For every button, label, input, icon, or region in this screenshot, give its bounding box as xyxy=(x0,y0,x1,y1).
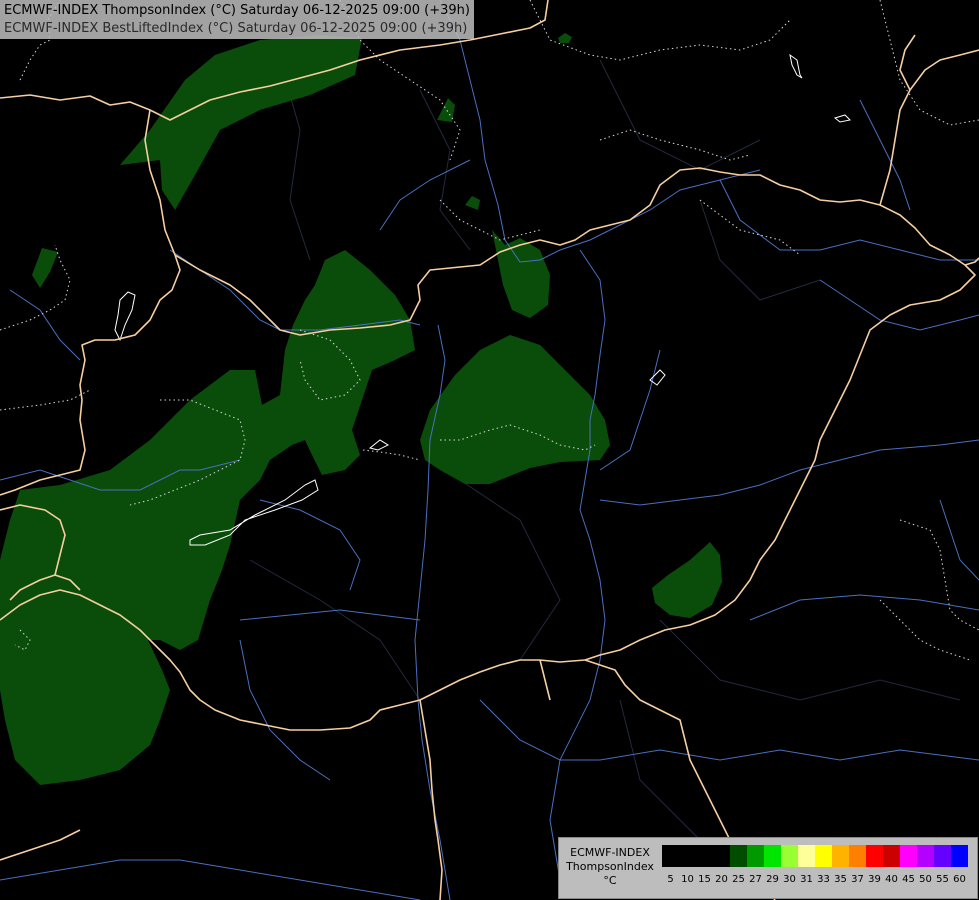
legend-tick-label: 37 xyxy=(851,874,864,885)
legend-tick-label: 60 xyxy=(953,874,966,885)
legend-tick-label: 29 xyxy=(766,874,779,885)
legend-unit: °C xyxy=(603,874,617,887)
legend-tick-label: 55 xyxy=(936,874,949,885)
legend-tick-label: 31 xyxy=(800,874,813,885)
legend-tick-label: 27 xyxy=(749,874,762,885)
legend-ticks: 5 10 15 20 25 27 29 30 31 33 35 37 39 40 45 50 55 60 xyxy=(662,874,968,885)
legend-swatch xyxy=(917,845,934,867)
legend-swatch xyxy=(798,845,815,867)
legend-swatch xyxy=(866,845,883,867)
color-legend: ECMWF-INDEX ThompsonIndex °C 5 10 15 20 25 27… xyxy=(558,837,978,899)
legend-swatch xyxy=(900,845,917,867)
legend-swatch xyxy=(696,845,713,867)
legend-swatch xyxy=(951,845,968,867)
legend-swatch xyxy=(934,845,951,867)
legend-swatches xyxy=(662,845,968,867)
legend-tick-label: 25 xyxy=(732,874,745,885)
title-line-thompson: ECMWF-INDEX ThompsonIndex (°C) Saturday … xyxy=(4,3,470,18)
legend-swatch xyxy=(832,845,849,867)
legend-tick-label: 39 xyxy=(868,874,881,885)
legend-tick-label: 15 xyxy=(698,874,711,885)
legend-variable: ThompsonIndex xyxy=(566,860,654,873)
map-title: ECMWF-INDEX ThompsonIndex (°C) Saturday … xyxy=(0,0,474,39)
legend-tick-label: 5 xyxy=(667,874,674,885)
weather-map xyxy=(0,0,979,900)
legend-swatch xyxy=(662,845,679,867)
legend-swatch xyxy=(815,845,832,867)
legend-tick-label: 40 xyxy=(885,874,898,885)
legend-swatch xyxy=(849,845,866,867)
legend-tick-label: 50 xyxy=(919,874,932,885)
legend-swatch xyxy=(764,845,781,867)
legend-tick-label: 35 xyxy=(834,874,847,885)
legend-model: ECMWF-INDEX xyxy=(570,846,650,859)
legend-label: ECMWF-INDEX ThompsonIndex °C xyxy=(561,846,659,888)
legend-tick-label: 30 xyxy=(783,874,796,885)
legend-swatch xyxy=(747,845,764,867)
legend-swatch xyxy=(713,845,730,867)
legend-swatch xyxy=(679,845,696,867)
legend-swatch xyxy=(781,845,798,867)
legend-tick-label: 33 xyxy=(817,874,830,885)
legend-swatch xyxy=(883,845,900,867)
legend-tick-label: 45 xyxy=(902,874,915,885)
legend-tick-label: 20 xyxy=(715,874,728,885)
legend-swatch xyxy=(730,845,747,867)
legend-tick-label: 10 xyxy=(681,874,694,885)
title-line-lifted: ECMWF-INDEX BestLiftedIndex (°C) Saturda… xyxy=(4,21,468,36)
